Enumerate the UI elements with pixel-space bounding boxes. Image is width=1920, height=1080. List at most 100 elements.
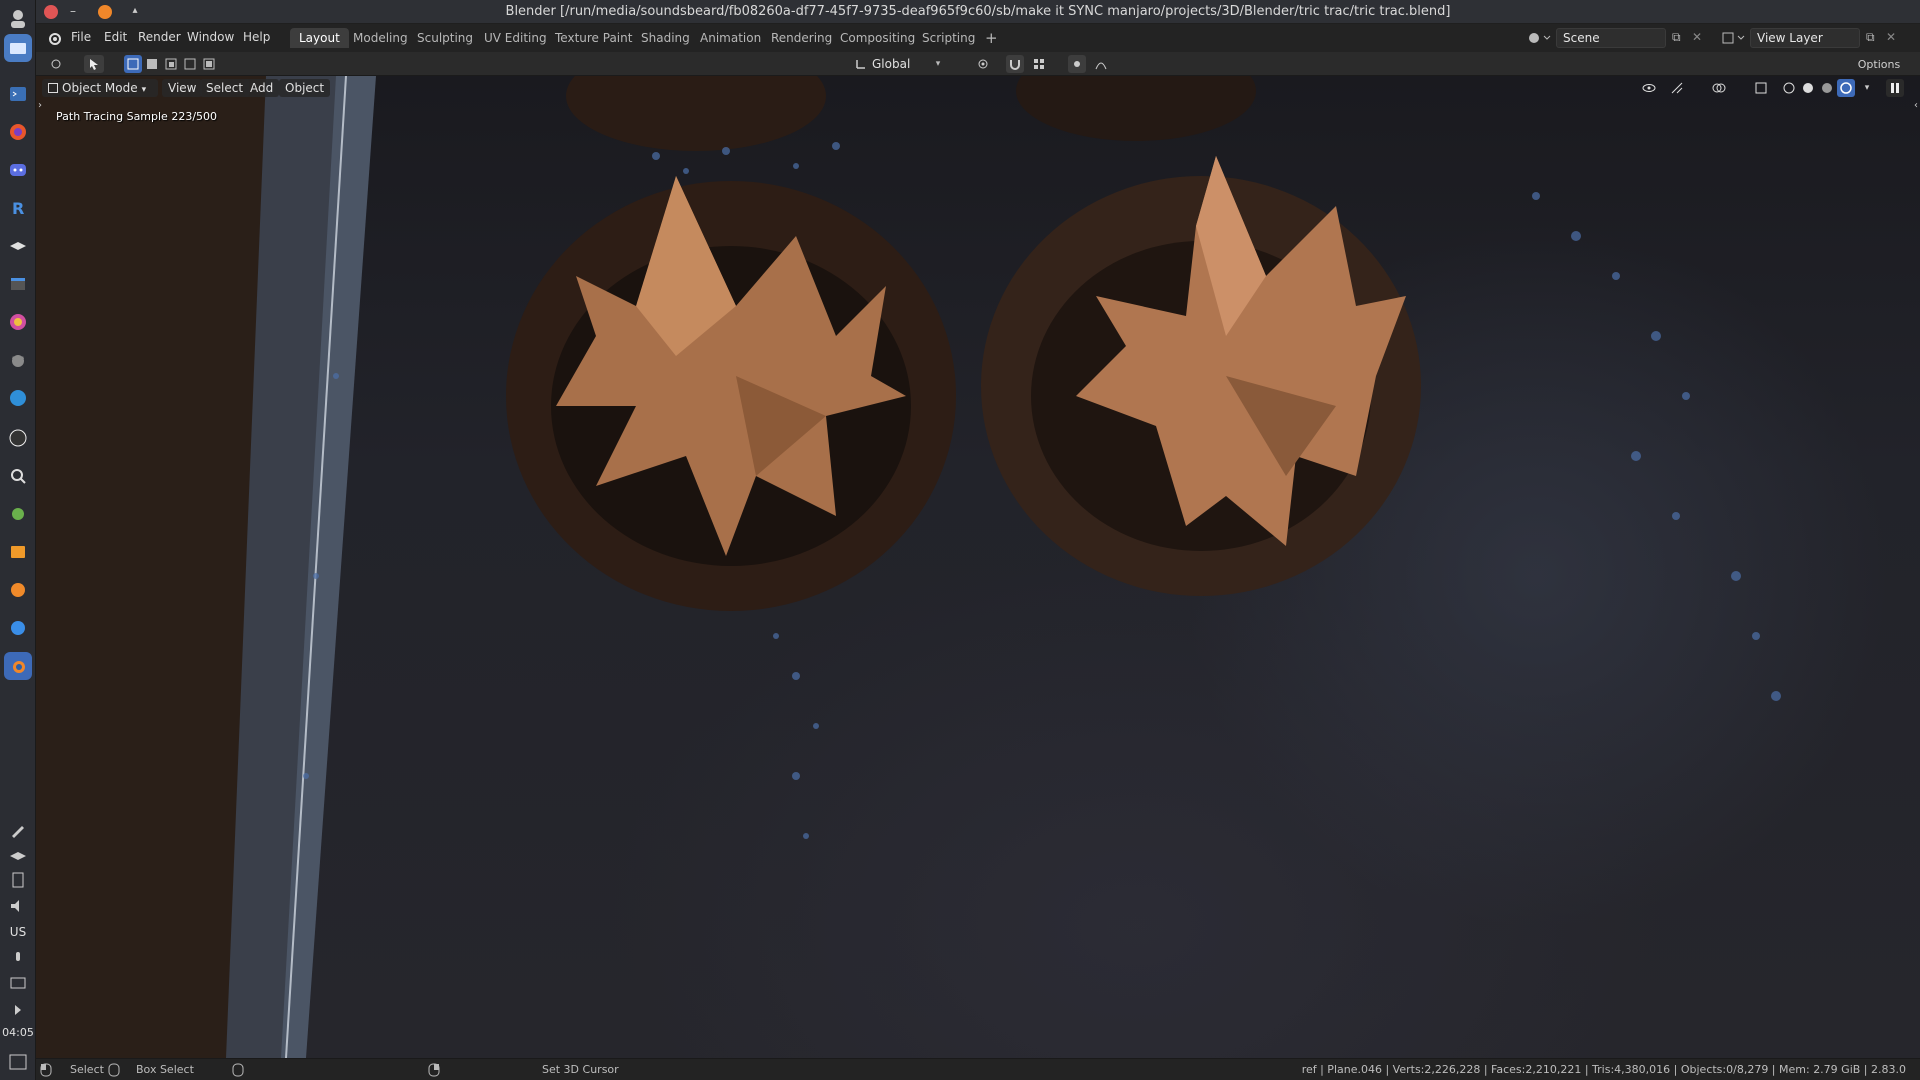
volume-icon[interactable] [4,892,32,920]
falloff-icon[interactable] [1088,55,1114,73]
tab-rendering[interactable]: Rendering [762,28,841,48]
chevron-down-icon[interactable]: ▾ [932,55,944,73]
scene-selector-icon[interactable] [1526,29,1554,47]
options-dropdown[interactable]: Options [1844,55,1914,73]
rendered-shading-icon[interactable] [1837,79,1855,97]
scene-name-field[interactable]: Scene [1556,28,1666,48]
gizmo-icon[interactable] [1668,79,1686,97]
wireframe-shading-icon[interactable] [1780,79,1798,97]
tab-animation[interactable]: Animation [691,28,770,48]
search-icon[interactable] [4,462,32,490]
window-titlebar: – ▴ Blender [/run/media/soundsbeard/fb08… [36,0,1920,24]
display-icon[interactable] [4,970,32,998]
green-dot-icon[interactable] [4,500,32,528]
cat-icon[interactable] [4,346,32,374]
tab-shading[interactable]: Shading [632,28,699,48]
avatar-icon[interactable] [4,4,32,32]
mode-selector[interactable]: Object Mode ▾ [42,79,158,97]
snap-target-icon[interactable] [1026,55,1052,73]
menu-select[interactable]: Select [200,79,250,97]
clipboard-icon[interactable] [4,866,32,894]
delete-view-layer-icon[interactable]: ✕ [1886,30,1902,46]
blender-menu-icon[interactable] [46,30,62,46]
tab-modeling[interactable]: Modeling [344,28,417,48]
solid-shading-icon[interactable] [1799,79,1817,97]
mode-set-icon[interactable] [124,55,142,73]
material-shading-icon[interactable] [1818,79,1836,97]
overlays-icon[interactable] [1710,79,1728,97]
mode-extend-icon[interactable] [143,55,161,73]
globe-icon[interactable] [4,384,32,412]
desktop-icon[interactable] [4,1048,32,1076]
render-preview [36,76,1781,1058]
mode-invert-icon[interactable] [181,55,199,73]
window-title: Blender [/run/media/soundsbeard/fb08260a… [505,4,1451,19]
transform-orientation-icon[interactable] [852,55,870,73]
svg-text:R: R [12,199,24,218]
mode-subtract-icon[interactable] [162,55,180,73]
menu-render[interactable]: Render [138,30,181,44]
tab-texture-paint[interactable]: Texture Paint [546,28,641,48]
files-icon[interactable] [4,538,32,566]
editor-type-icon[interactable] [42,55,70,73]
tab-uv-editing[interactable]: UV Editing [475,28,556,48]
sidebar-expand-icon[interactable]: ‹ [1914,100,1918,111]
chevron-down-icon: ▾ [141,85,147,95]
menu-window[interactable]: Window [187,30,234,44]
proportional-edit-icon[interactable] [1068,55,1086,73]
snap-toggle-icon[interactable] [1006,55,1024,73]
tab-scripting[interactable]: Scripting [913,28,984,48]
keyboard-layout-indicator[interactable]: US [0,925,36,939]
pause-render-icon[interactable] [1886,79,1904,97]
view-layer-selector-icon[interactable] [1720,29,1748,47]
select-tool-icon[interactable] [84,55,104,73]
status-cursor-label: Set 3D Cursor [542,1063,619,1076]
obs-icon[interactable] [4,424,32,452]
terminal-icon[interactable] [4,80,32,108]
orientation-dropdown[interactable]: Global [872,55,932,73]
menu-file[interactable]: File [71,30,91,44]
status-select-label: Select [70,1063,104,1076]
add-workspace-button[interactable]: + [976,28,1007,48]
orange-icon[interactable] [4,576,32,604]
tab-layout[interactable]: Layout [290,28,349,48]
expand-icon[interactable] [4,996,32,1024]
xray-icon[interactable] [1752,79,1770,97]
tab-sculpting[interactable]: Sculpting [408,28,482,48]
firefox-icon[interactable] [4,118,32,146]
view-layer-name-field[interactable]: View Layer [1750,28,1860,48]
render-status-text: Path Tracing Sample 223/500 [56,110,218,123]
mouse-drag-icon [108,1063,120,1080]
mode-intersect-icon[interactable] [200,55,218,73]
r-icon[interactable]: R [4,194,32,222]
blue-icon[interactable] [4,614,32,642]
toolbar-expand-icon[interactable]: › [38,100,42,111]
menu-view[interactable]: View [162,79,203,97]
menu-edit[interactable]: Edit [104,30,127,44]
pivot-point-icon[interactable] [970,55,996,73]
scene-statistics: ref | Plane.046 | Verts:2,226,228 | Face… [1301,1063,1906,1076]
status-box-select-label: Box Select [136,1063,194,1076]
3d-viewport[interactable]: Object Mode ▾ View Select Add Object ▾ ›… [36,76,1920,1058]
folder-icon[interactable] [4,34,32,62]
panel-icon[interactable] [4,270,32,298]
mic-icon[interactable] [4,945,32,973]
menu-object[interactable]: Object [279,79,331,97]
shading-options-icon[interactable]: ▾ [1858,79,1876,97]
clock: 04:05 [2,1026,34,1039]
new-view-layer-icon[interactable]: ⧉ [1866,30,1882,46]
delete-scene-icon[interactable]: ✕ [1692,30,1708,46]
blender-icon[interactable] [4,652,32,680]
color-icon[interactable] [4,308,32,336]
layers-icon[interactable] [4,232,32,260]
discord-icon[interactable] [4,156,32,184]
visibility-icon[interactable] [1640,79,1658,97]
top-bar: File Edit Render Window Help Layout Mode… [36,24,1920,52]
menu-add[interactable]: Add [244,79,280,97]
viewport-header: Object Mode ▾ View Select Add Object ▾ [36,76,1920,100]
mode-label: Object Mode [62,81,138,95]
menu-help[interactable]: Help [243,30,270,44]
tab-compositing[interactable]: Compositing [831,28,924,48]
pen-icon[interactable] [4,816,32,844]
new-scene-icon[interactable]: ⧉ [1672,30,1688,46]
